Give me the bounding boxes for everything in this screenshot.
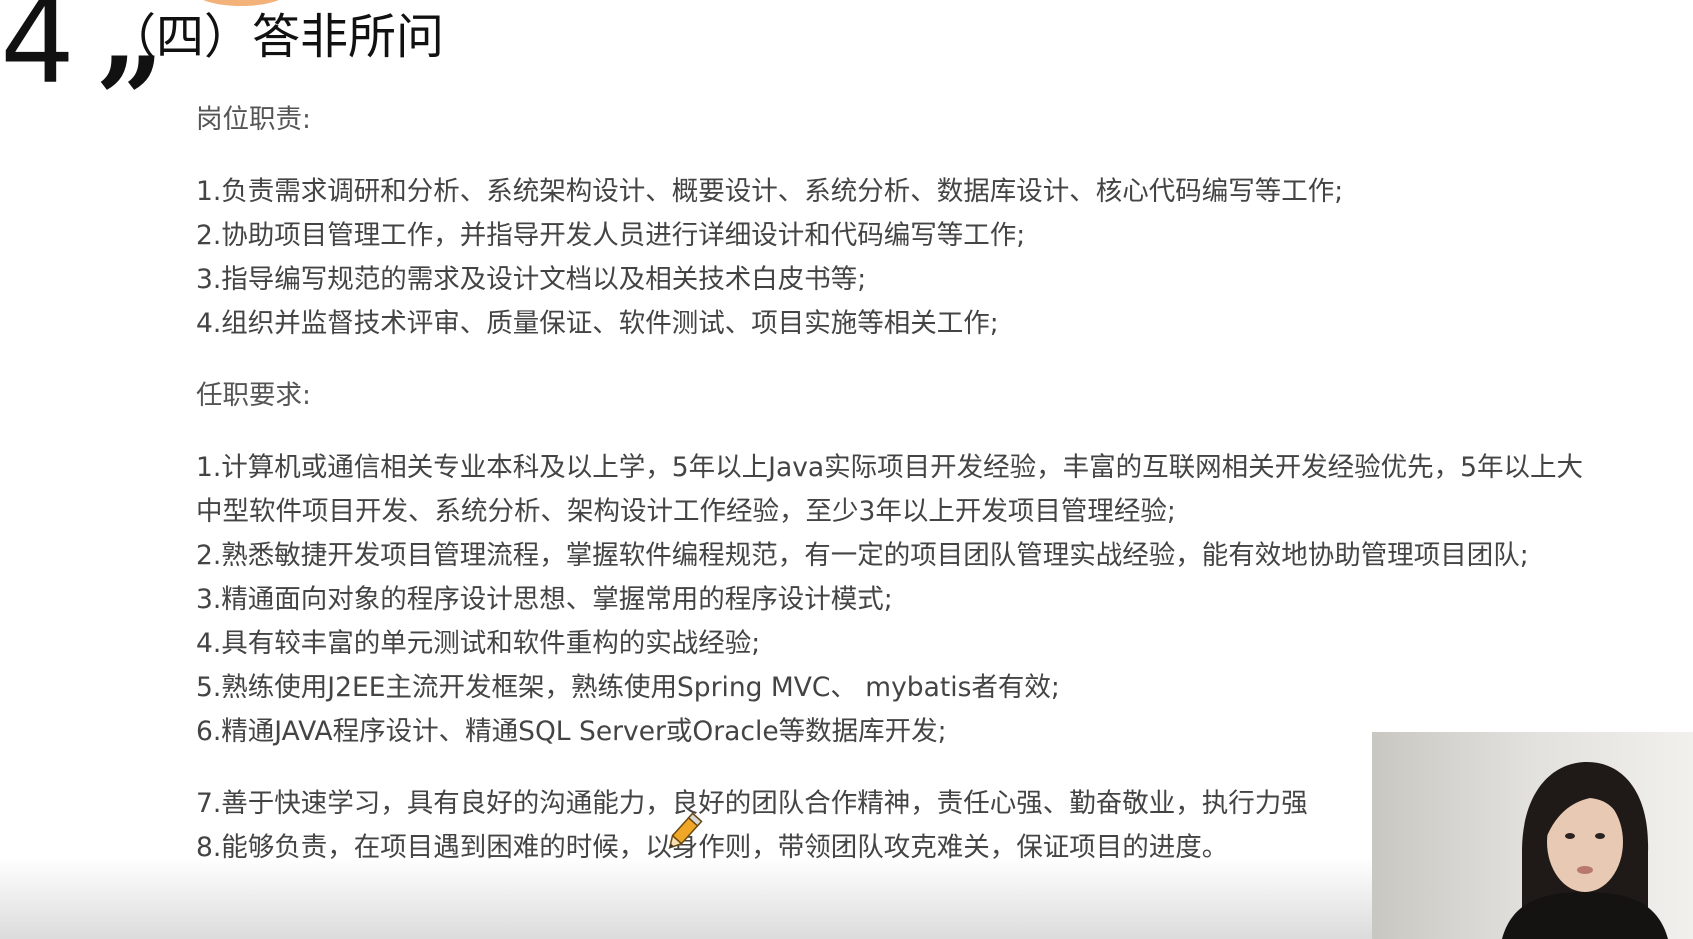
- responsibility-item: 3.指导编写规范的需求及设计文档以及相关技术白皮书等;: [196, 264, 867, 295]
- requirement-item: 4.具有较丰富的单元测试和软件重构的实战经验;: [196, 628, 761, 659]
- requirement-item: 2.熟悉敏捷开发项目管理流程，掌握软件编程规范，有一定的项目团队管理实战经验，能…: [196, 540, 1529, 571]
- responsibility-item: 4.组织并监督技术评审、质量保证、软件测试、项目实施等相关工作;: [196, 308, 999, 339]
- slide-heading: （四）答非所问: [108, 9, 445, 65]
- presenter-figure: [1372, 732, 1693, 939]
- requirement-item: 5.熟练使用J2EE主流开发框架，熟练使用Spring MVC、 mybatis…: [196, 672, 1060, 703]
- responsibility-item: 1.负责需求调研和分析、系统架构设计、概要设计、系统分析、数据库设计、核心代码编…: [196, 176, 1344, 207]
- pencil-icon: [668, 812, 703, 850]
- requirement-item: 1.计算机或通信相关专业本科及以上学，5年以上Java实际项目开发经验，丰富的互…: [196, 452, 1583, 527]
- decorative-orange-dot: [195, 0, 287, 6]
- presenter-video: [1372, 732, 1693, 939]
- slide-number: 4: [0, 0, 75, 110]
- requirement-item: 3.精通面向对象的程序设计思想、掌握常用的程序设计模式;: [196, 584, 893, 615]
- responsibility-item: 2.协助项目管理工作，并指导开发人员进行详细设计和代码编写等工作;: [196, 220, 1026, 251]
- requirements-title: 任职要求:: [196, 380, 311, 411]
- responsibilities-title: 岗位职责:: [196, 104, 311, 135]
